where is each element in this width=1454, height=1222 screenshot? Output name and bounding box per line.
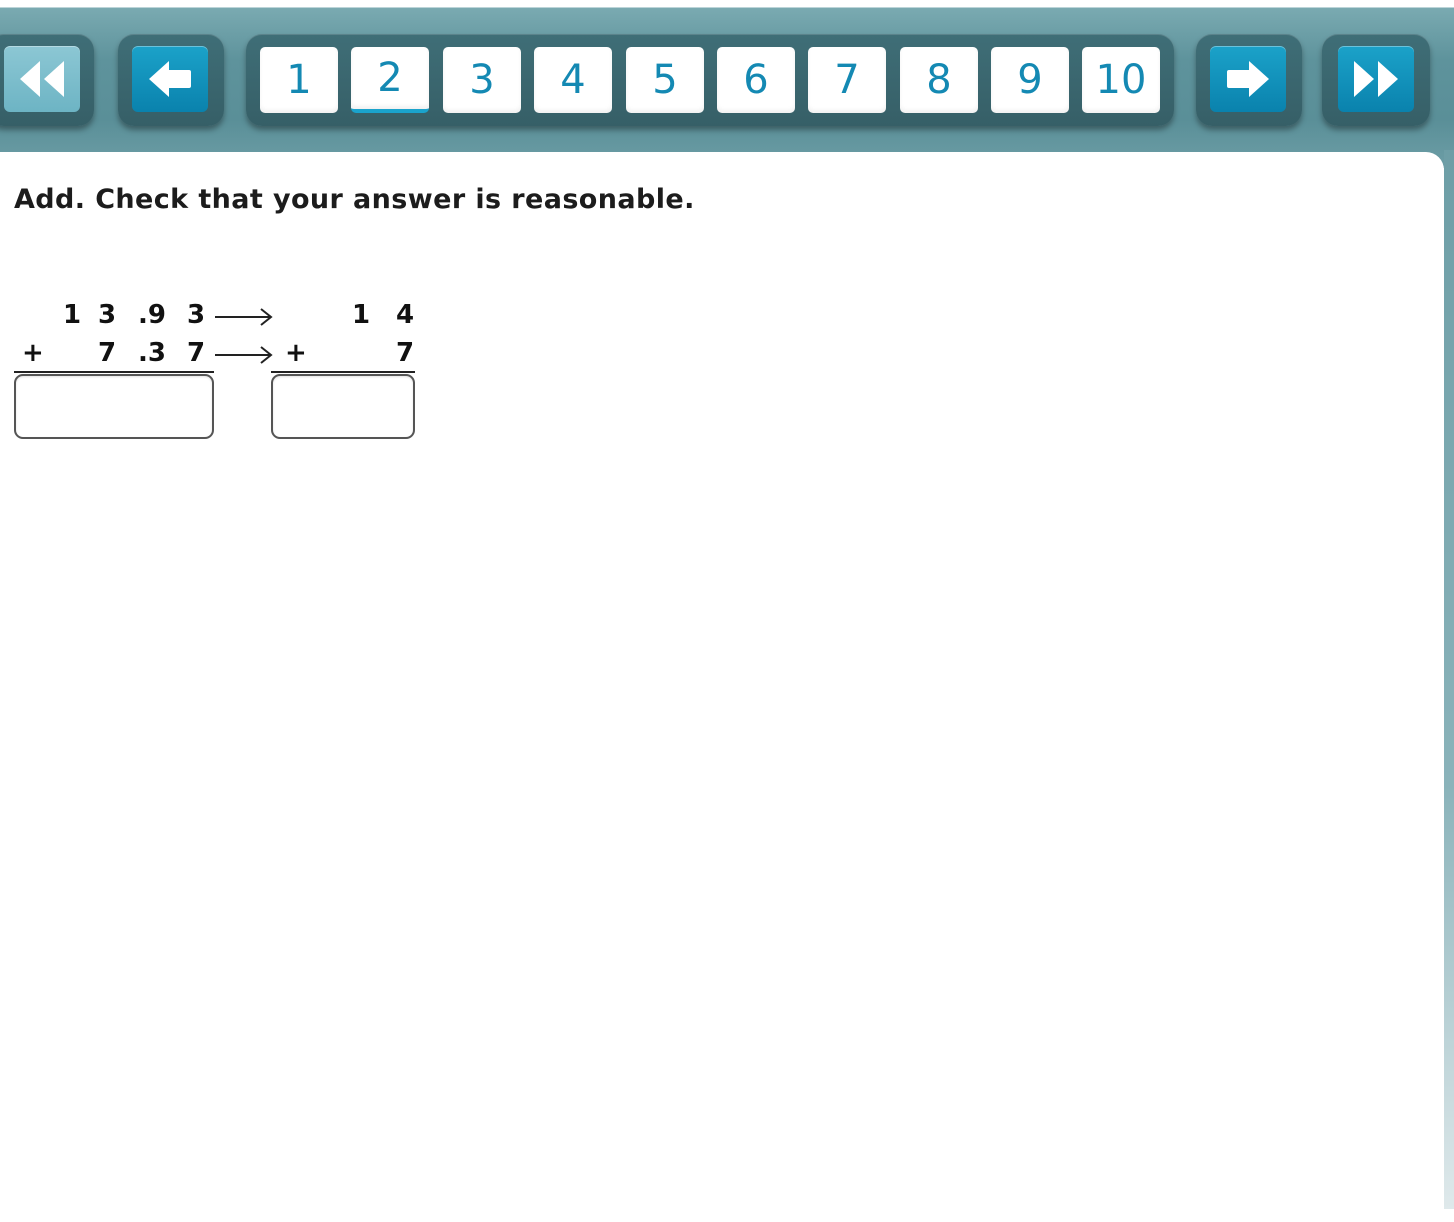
double-right-arrow-icon [1354,61,1398,97]
plus-sign: + [285,338,307,368]
digit: 3 [187,300,206,330]
sum-line [271,371,415,373]
digit: 7 [396,338,415,368]
page-button-2[interactable]: 2 [351,47,429,113]
double-left-arrow-icon [20,61,64,97]
page-button-9[interactable]: 9 [991,47,1069,113]
digit: 1 [63,300,82,330]
last-page-button[interactable] [1338,46,1414,112]
previous-page-button[interactable] [132,46,208,112]
digit: 7 [98,338,117,368]
panel-right-edge [1444,150,1454,1209]
sum-line [14,371,214,373]
page-button-10[interactable]: 10 [1082,47,1160,113]
digit: 7 [187,338,206,368]
page-button-1[interactable]: 1 [260,47,338,113]
digit: 1 [352,300,371,330]
right-arrow-icon [1227,61,1269,97]
page-button-5[interactable]: 5 [626,47,704,113]
exact-answer-input[interactable] [14,374,214,439]
instruction-text: Add. Check that your answer is reasonabl… [14,184,695,215]
digit: 4 [396,300,415,330]
next-page-button[interactable] [1210,46,1286,112]
digit: .9 [138,300,166,330]
digit: .3 [138,338,166,368]
digit: 3 [98,300,117,330]
first-page-button[interactable] [4,46,80,112]
page-button-4[interactable]: 4 [534,47,612,113]
left-arrow-icon [149,61,191,97]
page-button-8[interactable]: 8 [900,47,978,113]
right-arrow-icon [215,346,273,364]
navigation-bar: 1 2 3 4 5 6 7 8 9 10 [0,0,1454,168]
estimate-answer-input[interactable] [271,374,415,439]
page-button-6[interactable]: 6 [717,47,795,113]
right-arrow-icon [215,308,273,326]
plus-sign: + [22,338,44,368]
page-button-7[interactable]: 7 [808,47,886,113]
page-button-3[interactable]: 3 [443,47,521,113]
